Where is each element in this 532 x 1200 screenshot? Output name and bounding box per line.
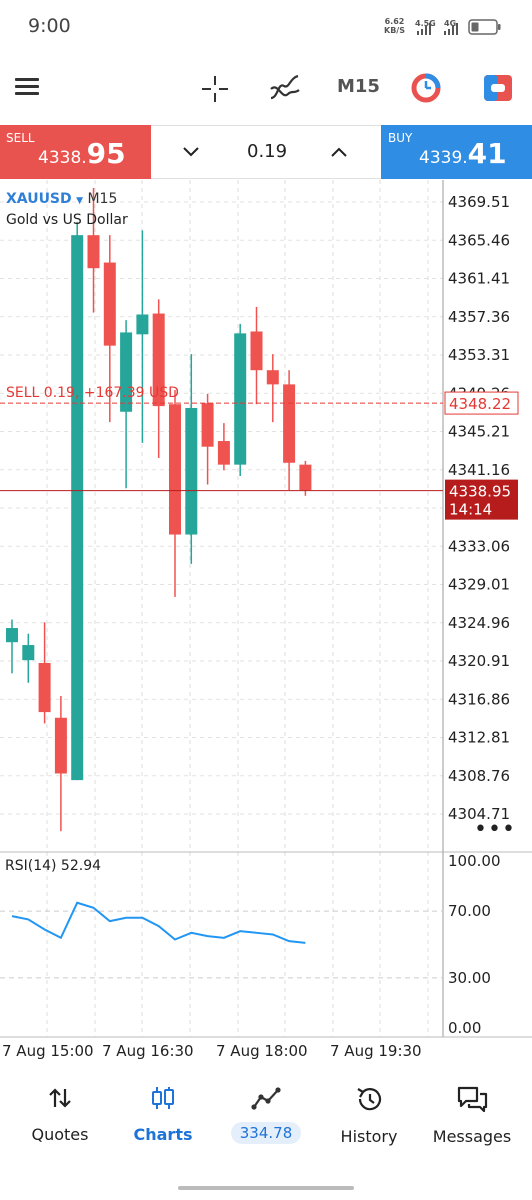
candle-body xyxy=(217,441,230,465)
sell-button[interactable]: SELL 4338.95 xyxy=(0,125,151,179)
nav-history[interactable]: History xyxy=(316,1085,422,1146)
nav-charts[interactable]: Charts xyxy=(110,1085,216,1144)
price-tick-label: 4329.01 xyxy=(448,576,510,594)
home-indicator xyxy=(178,1186,354,1190)
candle-body xyxy=(6,628,18,643)
history-icon xyxy=(357,1088,382,1111)
status-bar: 9:00 6.62 KB/S 4.5G 4G xyxy=(0,0,532,56)
menu-icon[interactable] xyxy=(15,74,39,99)
status-time: 9:00 xyxy=(28,15,71,37)
rsi-line xyxy=(11,901,306,944)
buy-label: BUY xyxy=(388,131,413,145)
sell-price-small: 4338. xyxy=(38,148,87,168)
crosshair-icon[interactable] xyxy=(200,74,230,104)
candle-body xyxy=(22,645,35,661)
candle-body xyxy=(87,235,100,269)
lot-selector: 0.19 xyxy=(151,125,381,179)
time-tick-label: 7 Aug 16:30 xyxy=(102,1042,194,1060)
candle-body xyxy=(38,662,51,713)
price-tick-label: 4341.16 xyxy=(448,461,510,479)
caret-down-icon: ▼ xyxy=(76,196,84,206)
quotes-icon xyxy=(49,1088,71,1108)
nav-charts-label: Charts xyxy=(133,1125,193,1144)
candle-body xyxy=(136,314,149,335)
one-click-trading-icon[interactable] xyxy=(410,72,442,104)
price-tick-label: 4312.81 xyxy=(448,729,510,747)
candle-body xyxy=(103,262,116,346)
chart-symbol-header[interactable]: XAUUSD ▼ M15 xyxy=(6,191,117,207)
price-tick-label: 4369.51 xyxy=(448,193,510,211)
buy-button[interactable]: BUY 4339.41 xyxy=(381,125,532,179)
trade-ideas-icon[interactable] xyxy=(482,73,514,103)
candle-body xyxy=(185,407,198,535)
lot-volume[interactable]: 0.19 xyxy=(247,141,287,162)
current-price-tag: 4338.95 xyxy=(449,483,511,501)
trade-icon xyxy=(251,1087,281,1110)
chevron-up-icon[interactable] xyxy=(329,144,349,160)
time-tick-label: 7 Aug 19:30 xyxy=(330,1042,422,1060)
rsi-tick-label: 100.00 xyxy=(448,852,501,870)
time-tick-label: 7 Aug 18:00 xyxy=(216,1042,308,1060)
price-tick-label: 4333.06 xyxy=(448,537,510,555)
rsi-tick-label: 30.00 xyxy=(448,969,491,987)
nav-quotes-label: Quotes xyxy=(31,1125,89,1144)
network-speed-value: 6.62 xyxy=(384,17,405,26)
rsi-tick-label: 70.00 xyxy=(448,902,491,920)
price-tick-label: 4357.36 xyxy=(448,308,510,326)
price-tick-label: 4345.21 xyxy=(448,423,510,441)
symbol-description: Gold vs US Dollar xyxy=(6,212,128,228)
candle-body xyxy=(54,717,67,774)
price-tick-label: 4320.91 xyxy=(448,652,510,670)
position-label[interactable]: SELL 0.19, +167.39 USD xyxy=(6,385,179,401)
chevron-down-icon[interactable] xyxy=(181,144,201,160)
price-tick-label: 4353.31 xyxy=(448,346,510,364)
trade-profit-badge: 334.78 xyxy=(230,1122,302,1144)
candle-countdown: 14:14 xyxy=(449,501,492,519)
timeframe-button[interactable]: M15 xyxy=(337,76,380,97)
cell-signal-icon xyxy=(444,23,458,35)
nav-history-label: History xyxy=(340,1127,398,1146)
messages-icon xyxy=(457,1086,488,1113)
network-speed-unit: KB/S xyxy=(384,26,405,35)
price-tick-label: 4361.41 xyxy=(448,270,510,288)
more-options-icon[interactable]: ••• xyxy=(474,817,516,842)
battery-icon xyxy=(468,19,501,35)
nav-quotes[interactable]: Quotes xyxy=(7,1085,113,1144)
charts-icon xyxy=(152,1087,174,1109)
position-price-tag: 4348.22 xyxy=(449,395,511,413)
rsi-tick-label: 0.00 xyxy=(448,1019,481,1037)
buy-price: 4339.41 xyxy=(419,137,507,170)
price-chart[interactable]: 4369.514365.464361.414357.364353.314349.… xyxy=(0,180,532,1070)
candle-body xyxy=(169,404,181,535)
chart-toolbar xyxy=(0,56,532,122)
price-tick-label: 4316.86 xyxy=(448,690,510,708)
cell-signal-icon xyxy=(417,23,431,35)
symbol-name: XAUUSD xyxy=(6,191,72,207)
buy-price-big: 41 xyxy=(467,137,507,170)
price-tick-label: 4365.46 xyxy=(448,231,510,249)
chart-timeframe: M15 xyxy=(87,191,118,207)
nav-trade[interactable]: 334.78 xyxy=(213,1085,319,1144)
nav-messages-label: Messages xyxy=(432,1127,512,1146)
candle-body xyxy=(201,403,214,447)
price-tick-label: 4324.96 xyxy=(448,614,510,632)
sell-label: SELL xyxy=(6,131,35,145)
candle-body xyxy=(299,464,312,491)
nav-messages[interactable]: Messages xyxy=(419,1085,525,1146)
network-speed: 6.62 KB/S xyxy=(384,17,405,35)
buy-price-small: 4339. xyxy=(419,148,468,168)
candle-body xyxy=(71,235,84,781)
indicators-icon[interactable] xyxy=(268,72,302,104)
candle-body xyxy=(234,333,247,465)
candle-body xyxy=(283,384,296,463)
sell-price-big: 95 xyxy=(86,137,126,170)
time-tick-label: 7 Aug 15:00 xyxy=(2,1042,94,1060)
rsi-label: RSI(14) 52.94 xyxy=(5,858,102,874)
price-tick-label: 4308.76 xyxy=(448,767,510,785)
candle-body xyxy=(250,331,263,371)
candle-body xyxy=(266,370,279,385)
sell-price: 4338.95 xyxy=(38,137,126,170)
